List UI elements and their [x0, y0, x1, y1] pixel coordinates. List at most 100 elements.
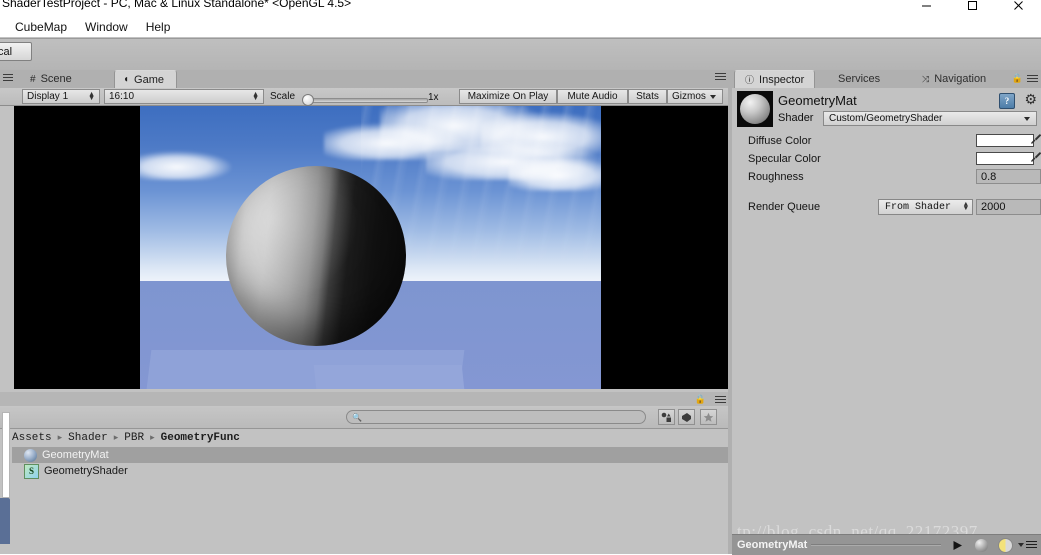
updown-icon: ▲ ▼ — [88, 90, 95, 102]
tab-inspector[interactable]: ⓘ Inspector — [734, 70, 816, 88]
breadcrumb-item-geometryfunc[interactable]: GeometryFunc — [161, 432, 240, 444]
search-input[interactable]: 🔍 — [346, 410, 646, 424]
tab-scene-label: Scene — [40, 73, 72, 85]
shader-icon: S — [24, 463, 39, 479]
label-filter-icon[interactable] — [678, 409, 695, 425]
breadcrumb-item-shader[interactable]: Shader — [68, 432, 108, 444]
mute-audio-button[interactable]: Mute Audio — [557, 89, 628, 104]
render-queue-dropdown[interactable]: From Shader ▲ ▼ — [878, 199, 973, 215]
list-item[interactable]: S GeometryShader — [12, 463, 730, 479]
game-panel-options-icon[interactable] — [715, 73, 726, 82]
scale-slider-track[interactable] — [304, 98, 428, 103]
tab-services-label: Services — [838, 73, 881, 85]
game-view[interactable] — [14, 106, 728, 389]
game-view-toolbar: Display 1 ▲ ▼ 16:10 ▲ ▼ Scale 1x Maximize … — [0, 88, 730, 106]
breadcrumb-separator-icon: ▸ — [150, 433, 155, 443]
gizmos-button[interactable]: Gizmos — [667, 89, 723, 104]
shaded-sphere — [226, 166, 406, 346]
aspect-ratio-dropdown[interactable]: 16:10 ▲ ▼ — [104, 89, 264, 104]
menu-item-help[interactable]: Help — [137, 18, 180, 36]
project-panel-header: 🔒 — [0, 392, 730, 406]
type-filter-icon[interactable] — [658, 409, 675, 425]
panel-menu-icon[interactable] — [3, 74, 13, 83]
breadcrumb-item-assets[interactable]: Assets — [12, 432, 52, 444]
project-vertical-scrollbar[interactable] — [2, 412, 10, 498]
tab-game-label: Game — [134, 73, 165, 86]
roughness-field[interactable]: 0.8 — [976, 169, 1041, 184]
render-queue-label: Render Queue — [748, 201, 821, 213]
chevron-down-icon — [1024, 116, 1030, 121]
game-pad-icon: ◖ — [123, 74, 130, 85]
render-queue-value[interactable]: 2000 — [976, 199, 1041, 215]
preview-material-name: GeometryMat — [737, 539, 808, 551]
tab-navigation-label: Navigation — [934, 73, 987, 85]
tab-game[interactable]: ◖ Game — [114, 70, 178, 88]
preview-play-button[interactable] — [945, 536, 969, 554]
minimize-button[interactable] — [903, 0, 949, 15]
window-controls — [903, 0, 1041, 15]
asset-list: GeometryMat S GeometryShader — [12, 447, 730, 479]
inspector-options-icon[interactable] — [1027, 75, 1038, 84]
diffuse-color-swatch[interactable] — [976, 134, 1034, 147]
sphere-preview-icon[interactable] — [969, 536, 993, 554]
favorites-icon[interactable] — [700, 409, 717, 425]
ground-slab — [313, 365, 464, 389]
specular-color-label: Specular Color — [748, 153, 821, 165]
navigation-icon: ⤨ — [922, 73, 930, 84]
tab-inspector-label: Inspector — [759, 73, 805, 86]
updown-icon: ▲ ▼ — [963, 201, 968, 213]
scale-slider-knob[interactable] — [302, 94, 314, 106]
project-panel-options-icon[interactable] — [715, 396, 726, 405]
tab-services[interactable]: Services — [828, 70, 890, 88]
breadcrumb-item-pbr[interactable]: PBR — [124, 432, 144, 444]
lock-icon[interactable]: 🔒 — [695, 394, 706, 405]
maximize-on-play-button[interactable]: Maximize On Play — [459, 89, 557, 104]
pivot-rotation-button[interactable]: ocal — [0, 42, 32, 61]
help-icon[interactable]: ? — [999, 93, 1015, 109]
list-item[interactable]: GeometryMat — [12, 447, 730, 463]
menu-bar: CubeMap Window Help — [0, 17, 1041, 37]
preview-divider — [811, 544, 941, 546]
display-dropdown-label: Display 1 — [27, 91, 69, 102]
scale-label: Scale — [270, 91, 296, 102]
project-browser: 🔍 Assets ▸ Shader ▸ PBR ▸ GeometryFunc G… — [0, 406, 742, 554]
material-name: GeometryMat — [778, 93, 857, 108]
shader-row: Shader Custom/GeometryShader — [778, 111, 1037, 126]
info-icon: ⓘ — [745, 75, 755, 85]
maximize-button[interactable] — [949, 0, 995, 15]
left-edge-panel-nub[interactable] — [0, 498, 10, 544]
breadcrumb-separator-icon: ▸ — [113, 433, 119, 443]
lighting-toggle-icon[interactable] — [993, 536, 1017, 554]
eyedropper-icon[interactable] — [1030, 151, 1041, 166]
property-row-diffuse-color: Diffuse Color — [732, 132, 1041, 150]
material-header: GeometryMat ? ⚙ Shader Custom/GeometrySh… — [732, 89, 1041, 129]
display-dropdown[interactable]: Display 1 ▲ ▼ — [22, 89, 100, 104]
lock-icon[interactable]: 🔒 — [1012, 73, 1023, 84]
render-queue-mode: From Shader — [885, 201, 952, 213]
specular-color-swatch[interactable] — [976, 152, 1034, 165]
main-toolbar: ocal ✓ Collab ☁ Account Layers — [0, 38, 1041, 105]
search-icon: 🔍 — [352, 413, 362, 422]
eyedropper-icon[interactable] — [1030, 133, 1041, 148]
tab-navigation[interactable]: ⤨ Navigation — [912, 70, 996, 88]
diffuse-color-label: Diffuse Color — [748, 135, 812, 147]
breadcrumb: Assets ▸ Shader ▸ PBR ▸ GeometryFunc — [0, 429, 742, 447]
property-row-render-queue: Render Queue From Shader ▲ ▼ 2000 — [732, 198, 1041, 218]
breadcrumb-separator-icon: ▸ — [57, 433, 63, 443]
tab-scene[interactable]: # Scene — [22, 70, 84, 88]
material-properties: Diffuse Color Specular Color Roughness 0… — [732, 132, 1041, 218]
gear-icon[interactable]: ⚙ — [1024, 92, 1037, 106]
stats-button[interactable]: Stats — [628, 89, 667, 104]
close-button[interactable] — [995, 0, 1041, 15]
unity-editor-window: ShaderTestProject - PC, Mac & Linux Stan… — [0, 0, 1041, 555]
gizmos-label: Gizmos — [672, 91, 706, 102]
window-title: ShaderTestProject - PC, Mac & Linux Stan… — [2, 0, 352, 10]
shader-dropdown[interactable]: Custom/GeometryShader — [823, 111, 1037, 126]
preview-options-icon[interactable] — [1017, 536, 1041, 554]
menu-item-cubemap[interactable]: CubeMap — [6, 18, 76, 36]
scale-value: 1x — [428, 92, 439, 103]
shader-value: Custom/GeometryShader — [829, 113, 943, 124]
game-render-surface — [140, 106, 601, 389]
asset-name: GeometryShader — [44, 465, 128, 477]
menu-item-window[interactable]: Window — [76, 18, 137, 36]
